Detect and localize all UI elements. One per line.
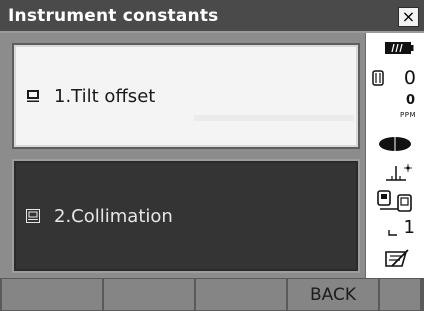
menu-item-tilt-offset[interactable]: 1.Tilt offset — [12, 43, 360, 149]
ppm-unit-label: PPM — [400, 111, 416, 119]
menu-area: 1.Tilt offset 2.Collimation — [0, 33, 365, 278]
prism-constant-value: 0 — [403, 67, 416, 89]
battery-icon — [385, 42, 414, 54]
highlight-strip — [194, 115, 354, 121]
menu-card-icon — [27, 90, 39, 102]
tilt-compensation-icon — [386, 164, 412, 181]
back-button[interactable]: BACK — [288, 279, 380, 310]
menu-item-collimation[interactable]: 2.Collimation — [12, 159, 360, 273]
close-button[interactable]: × — [398, 7, 419, 27]
input-mode-icon — [385, 249, 409, 267]
softkey-f1[interactable] — [2, 279, 104, 310]
prism-icon — [372, 70, 384, 86]
close-icon: × — [401, 7, 416, 26]
page-underscore-icon — [388, 230, 397, 236]
softkey-bar: BACK — [0, 278, 424, 311]
softkey-f5[interactable] — [380, 279, 420, 310]
window-title: Instrument constants — [8, 6, 219, 26]
target-ellipse-icon — [379, 137, 411, 151]
ppm-value: 0 — [405, 93, 415, 108]
page-number: 1 — [403, 217, 415, 238]
menu-card-icon — [26, 209, 40, 223]
menu-item-label: 2.Collimation — [54, 205, 173, 227]
status-sidebar: 0 0 PPM 1 — [365, 33, 424, 278]
communication-icon — [377, 190, 412, 212]
softkey-f2[interactable] — [104, 279, 196, 310]
title-bar: Instrument constants × — [0, 0, 424, 33]
instrument-constants-screen: Instrument constants × 1.Tilt offset 2.C… — [0, 0, 424, 311]
softkey-f3[interactable] — [196, 279, 288, 310]
menu-item-label: 1.Tilt offset — [54, 85, 156, 107]
